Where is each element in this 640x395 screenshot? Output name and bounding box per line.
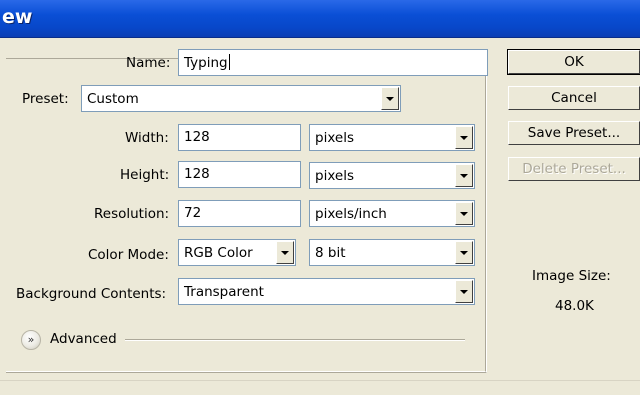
chevron-down-icon[interactable] bbox=[455, 164, 473, 187]
text-caret bbox=[228, 54, 230, 70]
cancel-button[interactable]: Cancel bbox=[508, 86, 640, 110]
color-mode-value: RGB Color bbox=[184, 245, 253, 261]
image-size-label: Image Size: bbox=[532, 268, 611, 284]
name-field[interactable]: Typing bbox=[178, 49, 488, 76]
chevron-down-icon[interactable] bbox=[276, 241, 294, 264]
resolution-unit-value: pixels/inch bbox=[315, 206, 387, 222]
preset-select[interactable]: Custom bbox=[81, 85, 401, 112]
width-label: Width: bbox=[125, 130, 169, 146]
resolution-field[interactable]: 72 bbox=[178, 200, 301, 227]
chevron-down-icon[interactable] bbox=[455, 202, 473, 225]
width-unit-value: pixels bbox=[315, 130, 354, 146]
height-label: Height: bbox=[120, 167, 170, 183]
dialog-bottom-edge bbox=[0, 380, 640, 395]
advanced-toggle[interactable]: Advanced bbox=[50, 331, 123, 347]
name-value: Typing bbox=[184, 55, 228, 71]
bit-depth-select[interactable]: 8 bit bbox=[309, 239, 475, 266]
double-chevron-down-icon[interactable]: » bbox=[21, 330, 41, 350]
resolution-label: Resolution: bbox=[94, 206, 170, 222]
background-contents-select[interactable]: Transparent bbox=[178, 278, 475, 305]
preset-label: Preset: bbox=[22, 91, 72, 107]
resolution-unit-select[interactable]: pixels/inch bbox=[309, 200, 475, 227]
resolution-value: 72 bbox=[184, 205, 202, 221]
window-title: ew bbox=[2, 6, 33, 28]
preset-value: Custom bbox=[87, 91, 139, 107]
height-value: 128 bbox=[184, 166, 210, 182]
width-field[interactable]: 128 bbox=[178, 124, 301, 151]
image-size-value: 48.0K bbox=[555, 298, 594, 314]
chevron-down-icon[interactable] bbox=[455, 241, 473, 264]
width-unit-select[interactable]: pixels bbox=[309, 124, 475, 151]
height-unit-value: pixels bbox=[315, 168, 354, 184]
delete-preset-button[interactable]: Delete Preset... bbox=[508, 157, 640, 181]
height-unit-select[interactable]: pixels bbox=[309, 162, 475, 189]
name-label: Name: bbox=[126, 55, 171, 71]
advanced-divider bbox=[125, 339, 465, 341]
bit-depth-value: 8 bit bbox=[315, 245, 346, 261]
color-mode-label: Color Mode: bbox=[88, 247, 169, 263]
save-preset-button[interactable]: Save Preset... bbox=[508, 121, 640, 145]
width-value: 128 bbox=[184, 129, 210, 145]
title-bar[interactable]: ew bbox=[0, 0, 640, 38]
height-field[interactable]: 128 bbox=[178, 161, 301, 188]
ok-button[interactable]: OK bbox=[507, 49, 640, 75]
chevron-down-icon[interactable] bbox=[455, 280, 473, 303]
chevron-down-icon[interactable] bbox=[455, 126, 473, 149]
color-mode-select[interactable]: RGB Color bbox=[178, 239, 296, 266]
background-contents-value: Transparent bbox=[184, 284, 264, 300]
background-contents-label: Background Contents: bbox=[16, 286, 167, 302]
chevron-down-icon[interactable] bbox=[381, 87, 399, 110]
